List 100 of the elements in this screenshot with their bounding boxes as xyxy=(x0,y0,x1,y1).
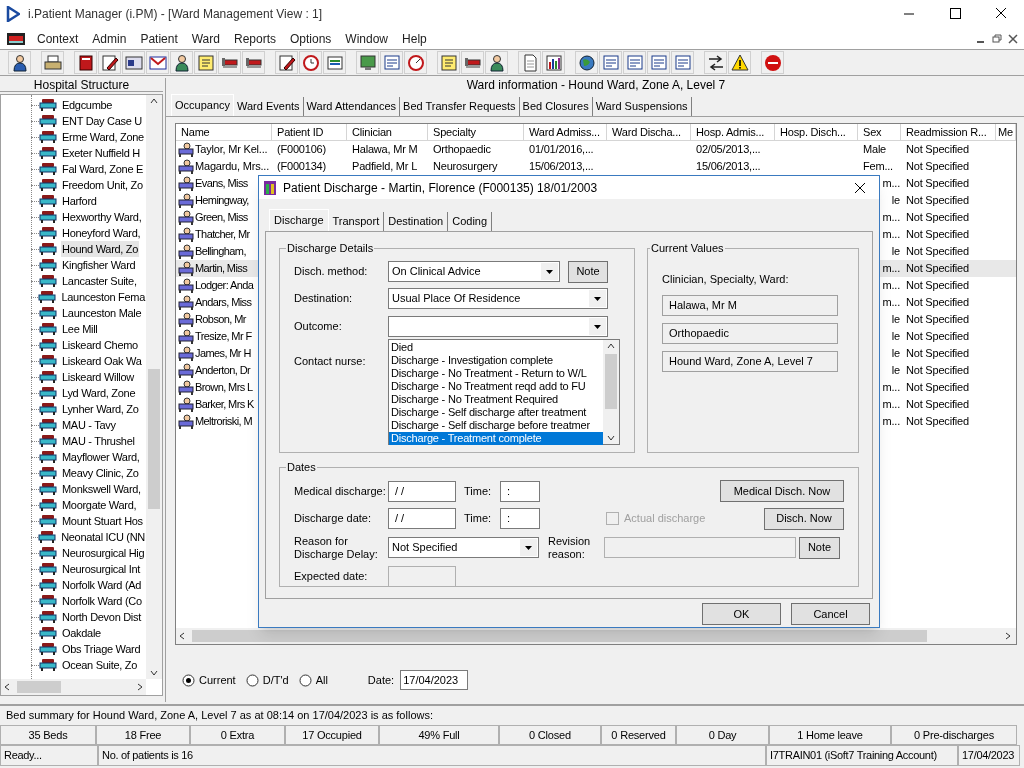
list-option[interactable]: Discharge - No Treatment - Return to W/L xyxy=(389,366,603,380)
input-field[interactable] xyxy=(604,537,796,558)
tree-item[interactable]: Mayflower Ward, xyxy=(61,448,141,466)
tree-item[interactable]: Lynher Ward, Zo xyxy=(61,400,140,418)
list-option[interactable]: Discharge - No Treatment Required xyxy=(389,392,603,406)
toolbar-button[interactable] xyxy=(98,51,121,74)
menu-item[interactable]: Patient xyxy=(133,29,185,48)
dropdown-list[interactable] xyxy=(388,338,620,445)
tab[interactable]: Discharge xyxy=(269,209,329,231)
list-option[interactable]: Discharge - No Treatment reqd add to FU xyxy=(389,379,603,393)
button[interactable]: OK xyxy=(702,603,781,625)
toolbar-button[interactable] xyxy=(122,51,145,74)
tab[interactable]: Destination xyxy=(384,212,449,231)
tree-item[interactable]: Oakdale xyxy=(61,624,102,642)
tree-item[interactable]: Fal Ward, Zone E xyxy=(61,160,144,178)
tree-item[interactable]: Liskeard Oak Wa xyxy=(61,352,143,370)
tab[interactable]: Ward Events xyxy=(234,97,304,116)
tree-item[interactable]: Liskeard Willow xyxy=(61,368,135,386)
menu-item[interactable]: Context xyxy=(30,29,86,48)
tree-item[interactable]: Monkswell Ward, xyxy=(61,480,142,498)
toolbar-button[interactable] xyxy=(8,51,31,74)
column-header[interactable]: Me xyxy=(996,124,1016,141)
input-field[interactable]: / / xyxy=(388,480,456,502)
scrollbar-thumb[interactable] xyxy=(148,369,160,509)
scrollbar[interactable] xyxy=(146,95,162,679)
tree-item[interactable]: Mount Stuart Hos xyxy=(61,512,144,530)
list-option[interactable]: Discharge - Investigation complete xyxy=(389,353,603,367)
radio-button[interactable]: All xyxy=(298,671,328,689)
tree-item[interactable]: North Devon Dist xyxy=(61,608,142,626)
tree-item[interactable]: Hound Ward, Zo xyxy=(61,240,140,258)
button[interactable]: Cancel xyxy=(791,603,870,625)
toolbar-button[interactable] xyxy=(323,51,346,74)
tree-item[interactable]: Erme Ward, Zone xyxy=(61,128,145,146)
dropdown[interactable]: Not Specified xyxy=(388,537,539,558)
toolbar-button[interactable] xyxy=(299,51,322,74)
tree-item[interactable]: Edgcumbe xyxy=(61,96,114,114)
dropdown[interactable]: On Clinical Advice xyxy=(388,261,560,282)
menu-item[interactable]: Help xyxy=(395,29,434,48)
tree-item[interactable]: Neonatal ICU (NN xyxy=(60,528,146,546)
close-icon[interactable] xyxy=(1006,32,1020,45)
tree-item[interactable]: Neurosurgical Int xyxy=(61,560,142,578)
menu-item[interactable]: Window xyxy=(338,29,396,48)
dropdown[interactable]: Usual Place Of Residence xyxy=(388,288,608,309)
restore-icon[interactable] xyxy=(990,32,1004,45)
tab[interactable]: Ward Suspensions xyxy=(592,97,692,116)
tab[interactable]: Transport xyxy=(328,212,385,231)
scrollbar-thumb[interactable] xyxy=(605,353,617,409)
dropdown[interactable] xyxy=(388,316,608,337)
button[interactable]: Disch. Now xyxy=(764,507,844,530)
tab[interactable]: Bed Closures xyxy=(519,97,593,116)
toolbar-button[interactable] xyxy=(728,51,751,74)
tree-item[interactable]: Lyd Ward, Zone xyxy=(61,384,137,402)
tree-item[interactable]: Hexworthy Ward, xyxy=(61,208,143,226)
toolbar-button[interactable] xyxy=(146,51,169,74)
input-field[interactable]: : xyxy=(500,508,540,529)
list-option[interactable]: Discharge - Treatment complete xyxy=(389,431,603,445)
tree-item[interactable]: Kingfisher Ward xyxy=(61,256,137,274)
tree-item[interactable]: Liskeard Chemo xyxy=(61,336,139,354)
tree-item[interactable]: Exeter Nuffield H xyxy=(61,144,141,162)
button[interactable]: Note xyxy=(799,536,840,559)
tree-item[interactable]: Lancaster Suite, xyxy=(61,272,138,290)
radio-button[interactable]: D/T'd xyxy=(245,671,289,689)
column-header[interactable]: Ward Admiss... xyxy=(524,124,607,141)
tab[interactable]: Occupancy xyxy=(171,94,235,116)
radio-button[interactable]: Current xyxy=(182,671,236,689)
column-header[interactable]: Sex xyxy=(858,124,901,141)
button[interactable]: Note xyxy=(568,260,608,283)
column-header[interactable]: Name xyxy=(176,124,272,141)
tree-item[interactable]: Harford xyxy=(61,192,98,210)
column-header[interactable]: Specialty xyxy=(428,124,524,141)
input-field[interactable]: : xyxy=(500,480,540,502)
tree-item[interactable]: Meavy Clinic, Zo xyxy=(61,464,140,482)
input-field[interactable] xyxy=(388,566,456,587)
menu-item[interactable]: Admin xyxy=(85,29,134,48)
tree-item[interactable]: Lee Mill xyxy=(61,320,99,338)
scrollbar[interactable] xyxy=(176,628,1016,644)
tree-item[interactable]: Freedom Unit, Zo xyxy=(61,176,144,194)
column-header[interactable]: Hosp. Admis... xyxy=(691,124,775,141)
toolbar-button[interactable] xyxy=(575,51,598,74)
input-field[interactable]: / / xyxy=(388,508,456,529)
menu-item[interactable]: Reports xyxy=(226,29,283,48)
tree-item[interactable]: Ocean Suite, Zo xyxy=(61,656,138,674)
column-header[interactable]: Readmission R... xyxy=(901,124,996,141)
tree-item[interactable]: Norfolk Ward (Co xyxy=(61,592,143,610)
tree-item[interactable]: Launceston Fema xyxy=(60,288,146,306)
scrollbar-thumb[interactable] xyxy=(192,630,927,642)
tree-item[interactable]: Obs Triage Ward xyxy=(61,640,142,658)
column-header[interactable]: Hosp. Disch... xyxy=(775,124,858,141)
tree-item[interactable]: MAU - Thrushel xyxy=(61,432,136,450)
list-option[interactable]: Discharge - Self discharge before treatmer xyxy=(389,418,603,432)
toolbar-button[interactable] xyxy=(275,51,298,74)
column-header[interactable]: Clinician xyxy=(347,124,428,141)
tree-item[interactable]: ENT Day Case U xyxy=(61,112,143,130)
list-option[interactable]: Discharge - Self discharge after treatment xyxy=(389,405,603,419)
tree-item[interactable]: Norfolk Ward (Ad xyxy=(61,576,143,594)
tree-item[interactable]: MAU - Tavy xyxy=(61,416,117,434)
toolbar-button[interactable] xyxy=(485,51,508,74)
scrollbar[interactable] xyxy=(603,339,619,444)
menu-item[interactable]: Ward xyxy=(184,29,227,48)
toolbar-button[interactable] xyxy=(170,51,193,74)
